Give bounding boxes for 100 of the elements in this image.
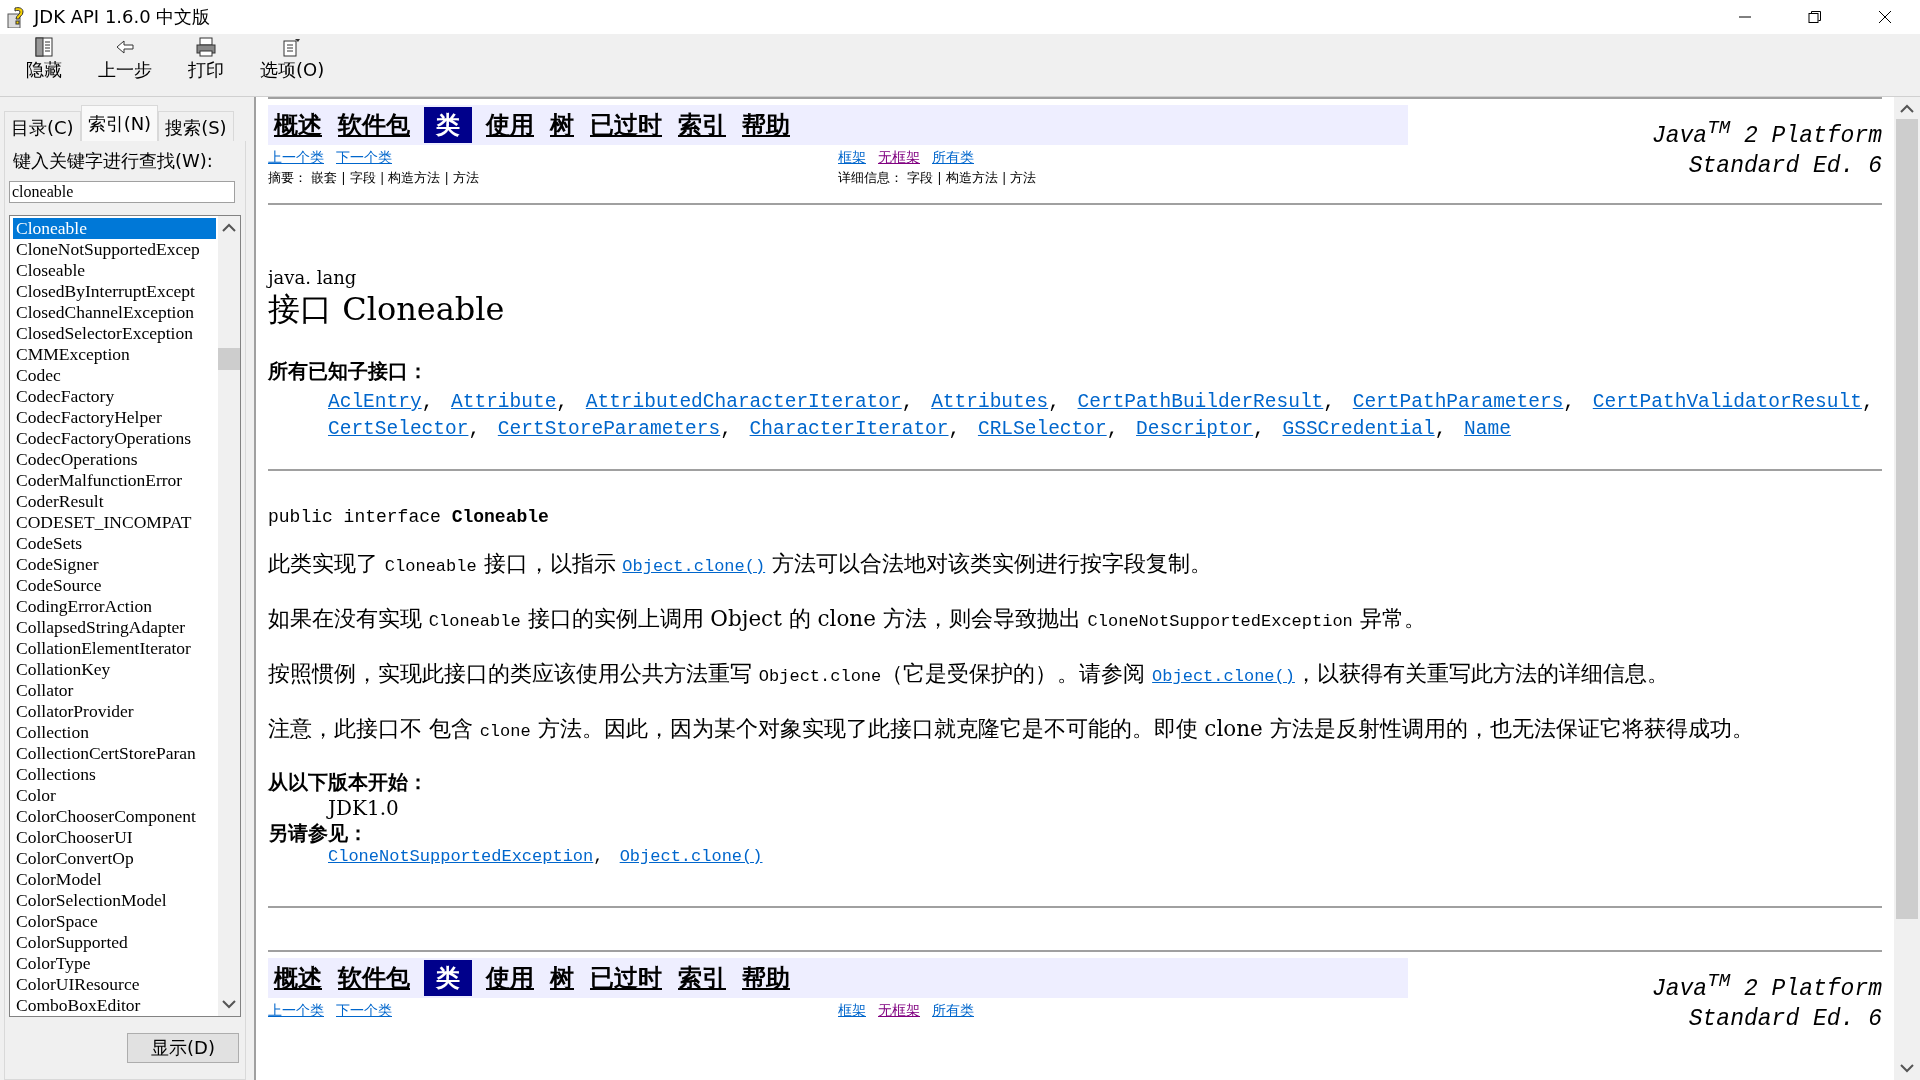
list-item[interactable]: Collections (13, 764, 216, 785)
link[interactable]: GSSCredential (1282, 418, 1435, 440)
list-item[interactable]: CODESET_INCOMPAT (13, 512, 216, 533)
toolbar-button[interactable]: 打印 (170, 34, 242, 96)
nav-link[interactable]: 索引 (676, 109, 728, 141)
link[interactable]: Name (1464, 418, 1511, 440)
list-item[interactable]: CodingErrorAction (13, 596, 216, 617)
nav-link[interactable]: 概述 (272, 962, 324, 994)
list-item[interactable]: Codec (13, 365, 216, 386)
nav-link[interactable]: 类 (424, 960, 472, 996)
tab[interactable]: 索引(N) (80, 105, 159, 141)
list-item[interactable]: ColorSelectionModel (13, 890, 216, 911)
link[interactable]: 下一个类 (336, 1002, 392, 1022)
scroll-down-icon[interactable] (222, 1000, 236, 1010)
list-item[interactable]: CollapsedStringAdapter (13, 617, 216, 638)
list-item[interactable]: ComboBoxEditor (13, 995, 216, 1016)
tab[interactable]: 目录(C) (4, 111, 81, 141)
nav-link[interactable]: 帮助 (740, 962, 792, 994)
link[interactable]: CharacterIterator (749, 418, 949, 440)
nav-link[interactable]: 软件包 (336, 109, 412, 141)
scroll-up-icon[interactable] (1900, 103, 1914, 113)
list-item[interactable]: CollatorProvider (13, 701, 216, 722)
link[interactable]: AttributedCharacterIterator (585, 391, 902, 413)
list-item[interactable]: ColorSupported (13, 932, 216, 953)
link[interactable]: Object.clone() (622, 557, 766, 576)
scroll-down-icon[interactable] (1900, 1064, 1914, 1074)
scroll-up-icon[interactable] (222, 222, 236, 232)
link[interactable]: 所有类 (932, 149, 974, 169)
list-item[interactable]: ColorChooserComponent (13, 806, 216, 827)
scroll-thumb[interactable] (218, 348, 240, 370)
list-item[interactable]: Collator (13, 680, 216, 701)
link[interactable]: Attributes (931, 391, 1049, 413)
link[interactable]: CloneNotSupportedException (328, 847, 594, 866)
list-item[interactable]: CloneNotSupportedExcep (13, 239, 216, 260)
toolbar-button[interactable]: 隐藏 (8, 34, 80, 96)
link[interactable]: Object.clone() (619, 847, 763, 866)
nav-link[interactable]: 树 (548, 962, 576, 994)
list-item[interactable]: CodeSource (13, 575, 216, 596)
link[interactable]: Descriptor (1136, 418, 1254, 440)
search-field[interactable]: cloneable (9, 181, 235, 203)
list-item[interactable]: ClosedChannelException (13, 302, 216, 323)
scrollbar[interactable] (218, 216, 240, 1016)
list-item[interactable]: CollationElementIterator (13, 638, 216, 659)
link[interactable]: CertPathBuilderResult (1077, 391, 1324, 413)
nav-link[interactable]: 使用 (484, 109, 536, 141)
list-item[interactable]: ColorUIResource (13, 974, 216, 995)
link[interactable]: 所有类 (932, 1002, 974, 1022)
list-item[interactable]: CoderMalfunctionError (13, 470, 216, 491)
list-item[interactable]: CodecFactory (13, 386, 216, 407)
list-item[interactable]: Cloneable (13, 218, 216, 239)
list-item[interactable]: ColorType (13, 953, 216, 974)
list-item[interactable]: CollationKey (13, 659, 216, 680)
link[interactable]: 上一个类 (268, 149, 324, 169)
link[interactable]: CertPathValidatorResult (1592, 391, 1862, 413)
list-item[interactable]: CMMException (13, 344, 216, 365)
list-item[interactable]: Color (13, 785, 216, 806)
link[interactable]: CertStoreParameters (497, 418, 721, 440)
list-item[interactable]: ClosedByInterruptExcept (13, 281, 216, 302)
link[interactable]: 框架 (838, 1002, 866, 1022)
nav-link[interactable]: 已过时 (588, 962, 664, 994)
link[interactable]: 无框架 (878, 149, 920, 169)
link[interactable]: CertSelector (328, 418, 469, 440)
link[interactable]: Attribute (451, 391, 557, 413)
link[interactable]: CRLSelector (977, 418, 1107, 440)
nav-link[interactable]: 帮助 (740, 109, 792, 141)
link[interactable]: 无框架 (878, 1002, 920, 1022)
display-button[interactable]: 显示(D) (127, 1033, 239, 1063)
link[interactable]: AclEntry (328, 391, 422, 413)
scroll-thumb[interactable] (1896, 119, 1918, 919)
list-item[interactable]: CodecOperations (13, 449, 216, 470)
link[interactable]: 框架 (838, 149, 866, 169)
list-item[interactable]: CodecFactoryOperations (13, 428, 216, 449)
tab[interactable]: 搜索(S) (158, 111, 234, 141)
pane-splitter[interactable] (246, 97, 256, 1080)
list-item[interactable]: CodecFactoryHelper (13, 407, 216, 428)
list-item[interactable]: CoderResult (13, 491, 216, 512)
nav-link[interactable]: 概述 (272, 109, 324, 141)
toolbar-button[interactable]: 选项(O) (242, 34, 343, 96)
list-item[interactable]: CodeSets (13, 533, 216, 554)
nav-link[interactable]: 软件包 (336, 962, 412, 994)
link[interactable]: 上一个类 (268, 1002, 324, 1022)
list-item[interactable]: CodeSigner (13, 554, 216, 575)
list-item[interactable]: Closeable (13, 260, 216, 281)
link[interactable]: 下一个类 (336, 149, 392, 169)
link[interactable]: Object.clone() (1152, 667, 1295, 686)
nav-link[interactable]: 已过时 (588, 109, 664, 141)
scrollbar[interactable] (1894, 97, 1920, 1080)
list-item[interactable]: CollectionCertStoreParan (13, 743, 216, 764)
list-item[interactable]: Collection (13, 722, 216, 743)
nav-link[interactable]: 使用 (484, 962, 536, 994)
nav-link[interactable]: 树 (548, 109, 576, 141)
nav-link[interactable]: 索引 (676, 962, 728, 994)
list-item[interactable]: ColorSpace (13, 911, 216, 932)
list-item[interactable]: ColorConvertOp (13, 848, 216, 869)
link[interactable]: CertPathParameters (1352, 391, 1564, 413)
nav-link[interactable]: 类 (424, 107, 472, 143)
list-item[interactable]: ColorModel (13, 869, 216, 890)
list-item[interactable]: ColorChooserUI (13, 827, 216, 848)
list-item[interactable]: ClosedSelectorException (13, 323, 216, 344)
toolbar-button[interactable]: 上一步 (80, 34, 170, 96)
